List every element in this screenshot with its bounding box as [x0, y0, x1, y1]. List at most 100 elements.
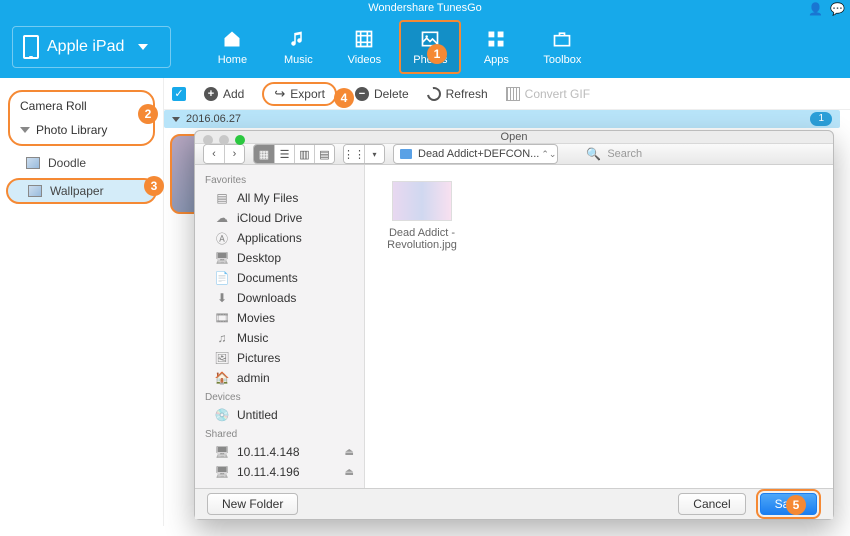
- file-name: Dead Addict - Revolution.jpg: [381, 227, 463, 251]
- server-icon: 🖥: [215, 466, 229, 478]
- annotation-1: 1: [427, 44, 447, 64]
- window-title: Wondershare TunesGo: [368, 2, 482, 14]
- select-all-checkbox[interactable]: ✓: [172, 87, 186, 101]
- close-dot[interactable]: [203, 135, 213, 145]
- column-view-button[interactable]: ▥: [294, 145, 314, 163]
- camera-roll-label: Camera Roll: [20, 99, 87, 113]
- dialog-titlebar: Open: [195, 131, 833, 143]
- allfiles-icon: ▤: [215, 192, 229, 204]
- date-label: 2016.06.27: [186, 113, 241, 125]
- arrange-selector[interactable]: ⋮⋮▾: [343, 144, 385, 164]
- toolbox-icon: [550, 28, 574, 50]
- coverflow-view-button[interactable]: ▤: [314, 145, 334, 163]
- forward-icon[interactable]: ›: [224, 145, 244, 163]
- shared-heading: Shared: [195, 425, 364, 442]
- nav-toolbox[interactable]: Toolbox: [531, 20, 593, 74]
- plus-icon: +: [204, 87, 218, 101]
- zoom-dot[interactable]: [235, 135, 245, 145]
- list-view-button[interactable]: ☰: [274, 145, 294, 163]
- nav-apps-label: Apps: [484, 54, 509, 66]
- refresh-button[interactable]: Refresh: [427, 87, 488, 101]
- downloads-icon: ⬇: [215, 292, 229, 304]
- videos-icon: [352, 28, 376, 50]
- pictures-icon: 🖼: [215, 352, 229, 364]
- sidebar-admin[interactable]: 🏠admin: [195, 368, 364, 388]
- photo-library-label: Photo Library: [36, 123, 107, 137]
- nav-back-forward[interactable]: ‹›: [203, 144, 245, 164]
- sidebar-music[interactable]: ♫Music: [195, 328, 364, 348]
- documents-icon: 📄: [215, 272, 229, 284]
- eject-icon[interactable]: ⏏: [345, 467, 354, 478]
- nav-home-label: Home: [218, 54, 247, 66]
- convert-gif-label: Convert GIF: [525, 87, 590, 101]
- minimize-dot[interactable]: [219, 135, 229, 145]
- chevron-down-icon: [20, 127, 30, 133]
- album-icon: [26, 157, 40, 169]
- main-navbar: Apple iPad Home Music Videos Photos Apps…: [0, 16, 850, 78]
- chevron-down-icon: [172, 117, 180, 122]
- sidebar-item-photo-library[interactable]: Photo Library: [10, 118, 153, 142]
- view-mode-selector[interactable]: ▦ ☰ ▥ ▤: [253, 144, 335, 164]
- account-icon[interactable]: 👤: [808, 1, 820, 13]
- delete-button[interactable]: −Delete: [355, 87, 409, 101]
- sidebar-applications[interactable]: ⒶApplications: [195, 228, 364, 248]
- dialog-file-list[interactable]: Dead Addict - Revolution.jpg: [365, 165, 833, 488]
- export-button[interactable]: ↪Export: [262, 82, 337, 106]
- nav-home[interactable]: Home: [201, 20, 263, 74]
- export-icon: ↪: [274, 86, 285, 102]
- nav-toolbox-label: Toolbox: [543, 54, 581, 66]
- nav-apps[interactable]: Apps: [465, 20, 527, 74]
- ipad-icon: [23, 35, 39, 59]
- dialog-sidebar: Favorites ▤All My Files ☁iCloud Drive ⒶA…: [195, 165, 365, 488]
- search-placeholder: Search: [607, 148, 642, 160]
- sidebar-all-my-files[interactable]: ▤All My Files: [195, 188, 364, 208]
- window-controls[interactable]: [203, 135, 245, 145]
- search-field[interactable]: 🔍 Search: [566, 147, 825, 161]
- feedback-icon[interactable]: 💬: [830, 1, 842, 13]
- back-icon[interactable]: ‹: [204, 145, 224, 163]
- sidebar-album-wallpaper[interactable]: Wallpaper: [6, 178, 157, 204]
- new-folder-button[interactable]: New Folder: [207, 493, 298, 515]
- server-icon: 🖥: [215, 446, 229, 458]
- count-badge: 1: [810, 112, 832, 126]
- photo-sidebar: Camera Roll Photo Library Doodle Wallpap…: [0, 78, 164, 526]
- device-name: Apple iPad: [47, 38, 124, 56]
- nav-videos-label: Videos: [348, 54, 381, 66]
- nav-music-label: Music: [284, 54, 313, 66]
- album-label: Wallpaper: [50, 184, 104, 198]
- sidebar-pictures[interactable]: 🖼Pictures: [195, 348, 364, 368]
- sidebar-movies[interactable]: 🎞Movies: [195, 308, 364, 328]
- refresh-icon: [424, 84, 443, 103]
- annotation-2: 2: [138, 104, 158, 124]
- favorites-heading: Favorites: [195, 171, 364, 188]
- apps-icon: Ⓐ: [215, 232, 229, 244]
- nav-music[interactable]: Music: [267, 20, 329, 74]
- sidebar-downloads[interactable]: ⬇Downloads: [195, 288, 364, 308]
- eject-icon[interactable]: ⏏: [345, 447, 354, 458]
- add-button[interactable]: + Add: [204, 87, 244, 101]
- sidebar-album-doodle[interactable]: Doodle: [0, 150, 163, 176]
- sidebar-shared-1[interactable]: 🖥10.11.4.196⏏: [195, 462, 364, 482]
- path-dropdown[interactable]: Dead Addict+DEFCON... ⌃⌄: [393, 144, 558, 164]
- album-icon: [28, 185, 42, 197]
- nav-videos[interactable]: Videos: [333, 20, 395, 74]
- sidebar-item-camera-roll[interactable]: Camera Roll: [10, 94, 153, 118]
- cancel-button[interactable]: Cancel: [678, 493, 745, 515]
- window-titlebar: Wondershare TunesGo 👤 💬: [0, 0, 850, 16]
- date-group-header[interactable]: 2016.06.27 1: [164, 110, 840, 128]
- chevron-updown-icon: ⌃⌄: [545, 151, 552, 158]
- folder-icon: [400, 149, 412, 159]
- icon-view-button[interactable]: ▦: [254, 145, 274, 163]
- sidebar-documents[interactable]: 📄Documents: [195, 268, 364, 288]
- dialog-footer: New Folder Cancel Save: [195, 488, 833, 519]
- add-label: Add: [223, 87, 244, 101]
- apps-icon: [484, 28, 508, 50]
- annotation-3: 3: [144, 176, 164, 196]
- device-selector[interactable]: Apple iPad: [12, 26, 171, 68]
- sidebar-icloud[interactable]: ☁iCloud Drive: [195, 208, 364, 228]
- sidebar-device-untitled[interactable]: 💿Untitled: [195, 405, 364, 425]
- file-item[interactable]: Dead Addict - Revolution.jpg: [381, 181, 463, 251]
- sidebar-desktop[interactable]: 🖥Desktop: [195, 248, 364, 268]
- sidebar-shared-0[interactable]: 🖥10.11.4.148⏏: [195, 442, 364, 462]
- chevron-down-icon: ▾: [364, 145, 384, 163]
